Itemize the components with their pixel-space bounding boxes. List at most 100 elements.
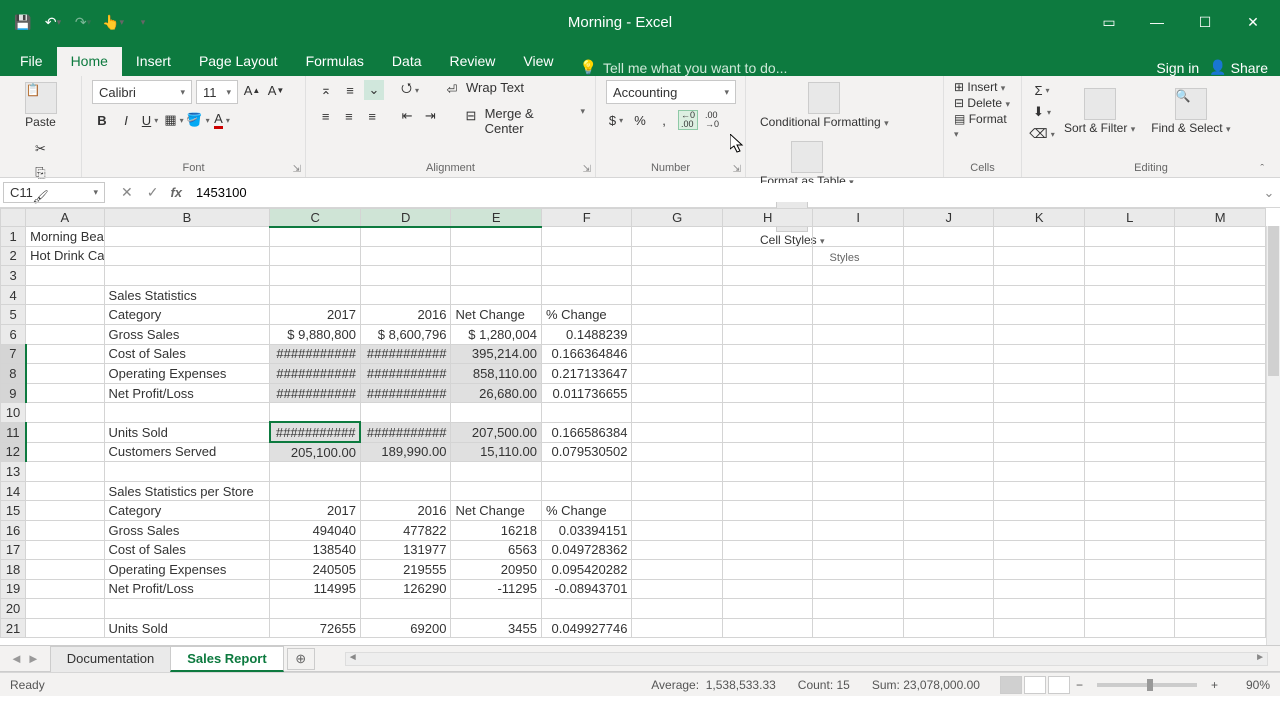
cell-E12[interactable]: 15,110.00 [451,442,542,462]
cell-M21[interactable] [1175,618,1266,638]
cell-M19[interactable] [1175,579,1266,599]
cell-H5[interactable] [722,305,813,325]
cell-G17[interactable] [632,540,723,560]
cell-I12[interactable] [813,442,904,462]
cell-G16[interactable] [632,520,723,540]
tab-review[interactable]: Review [436,47,510,76]
cell-E11[interactable]: 207,500.00 [451,422,542,442]
align-center-icon[interactable]: ≡ [339,106,358,126]
cell-D8[interactable]: ########### [360,364,451,384]
cell-K11[interactable] [994,422,1085,442]
cell-B7[interactable]: Cost of Sales [104,344,270,364]
expand-formula-bar-icon[interactable]: ⌄ [1258,185,1280,201]
cell-D7[interactable]: ########### [360,344,451,364]
cell-F18[interactable]: 0.095420282 [541,560,632,580]
qat-customize-icon[interactable]: ▾ [132,11,154,33]
increase-decimal-button[interactable]: ←0.00 [678,110,698,130]
cell-H18[interactable] [722,560,813,580]
cell-B3[interactable] [104,266,270,286]
cell-L6[interactable] [1084,324,1175,344]
borders-button[interactable]: ▦ [164,110,184,130]
comma-format-icon[interactable]: , [654,110,674,130]
wrap-text-icon[interactable]: ⏎ [442,80,462,100]
zoom-slider[interactable] [1097,683,1197,687]
cell-J18[interactable] [903,560,994,580]
cell-H2[interactable] [722,246,813,266]
cell-B18[interactable]: Operating Expenses [104,560,270,580]
dialog-launcher-icon[interactable]: ⇲ [583,164,591,175]
cell-I4[interactable] [813,285,904,305]
cell-L19[interactable] [1084,579,1175,599]
tab-insert[interactable]: Insert [122,47,185,76]
align-top-icon[interactable]: ⌅ [316,80,336,100]
sheet-nav-prev-icon[interactable]: ◄ [10,651,23,666]
cell-D20[interactable] [360,599,451,619]
cell-E7[interactable]: 395,214.00 [451,344,542,364]
accounting-format-icon[interactable]: $ [606,110,626,130]
cell-C12[interactable]: 205,100.00 [270,442,361,462]
format-cells-button[interactable]: ▤ Format ▾ [954,112,1011,140]
cell-J8[interactable] [903,364,994,384]
copy-icon[interactable]: ⎘ [31,163,51,183]
cell-H7[interactable] [722,344,813,364]
cell-A8[interactable] [26,364,104,384]
column-header-G[interactable]: G [632,209,723,227]
cell-G4[interactable] [632,285,723,305]
cell-F4[interactable] [541,285,632,305]
align-middle-icon[interactable]: ≡ [340,80,360,100]
cell-J7[interactable] [903,344,994,364]
cell-G10[interactable] [632,403,723,423]
cell-H12[interactable] [722,442,813,462]
cell-I19[interactable] [813,579,904,599]
cell-B21[interactable]: Units Sold [104,618,270,638]
cell-C10[interactable] [270,403,361,423]
font-color-button[interactable]: A [212,110,232,130]
cell-K20[interactable] [994,599,1085,619]
column-header-E[interactable]: E [451,209,542,227]
cell-M5[interactable] [1175,305,1266,325]
cell-D1[interactable] [360,227,451,247]
cell-A10[interactable] [26,403,104,423]
cell-M20[interactable] [1175,599,1266,619]
cell-A4[interactable] [26,285,104,305]
row-header-19[interactable]: 19 [1,579,26,599]
dialog-launcher-icon[interactable]: ⇲ [733,164,741,175]
cell-L20[interactable] [1084,599,1175,619]
cell-C2[interactable] [270,246,361,266]
minimize-icon[interactable]: — [1134,8,1180,36]
cell-D6[interactable]: $ 8,600,796 [360,324,451,344]
cell-H10[interactable] [722,403,813,423]
cell-G13[interactable] [632,462,723,482]
view-page-break-button[interactable] [1048,676,1070,694]
percent-format-icon[interactable]: % [630,110,650,130]
delete-cells-button[interactable]: ⊟ Delete ▾ [954,96,1011,110]
cell-I20[interactable] [813,599,904,619]
cell-E15[interactable]: Net Change [451,501,542,521]
collapse-ribbon-icon[interactable]: ˆ [1260,163,1264,175]
row-header-18[interactable]: 18 [1,560,26,580]
cell-D11[interactable]: ########### [360,422,451,442]
cell-B4[interactable]: Sales Statistics [104,285,270,305]
cell-I17[interactable] [813,540,904,560]
row-header-10[interactable]: 10 [1,403,26,423]
cell-B16[interactable]: Gross Sales [104,520,270,540]
cell-M17[interactable] [1175,540,1266,560]
cell-B20[interactable] [104,599,270,619]
row-header-15[interactable]: 15 [1,501,26,521]
cell-F9[interactable]: 0.011736655 [541,383,632,403]
cell-L3[interactable] [1084,266,1175,286]
cell-J16[interactable] [903,520,994,540]
cell-G14[interactable] [632,481,723,501]
tab-home[interactable]: Home [57,47,122,76]
column-header-L[interactable]: L [1084,209,1175,227]
share-button[interactable]: 👤 Share [1209,59,1268,76]
cell-J14[interactable] [903,481,994,501]
cell-H11[interactable] [722,422,813,442]
cell-M3[interactable] [1175,266,1266,286]
align-bottom-icon[interactable]: ⌄ [364,80,384,100]
cell-A18[interactable] [26,560,104,580]
cell-L10[interactable] [1084,403,1175,423]
cell-H17[interactable] [722,540,813,560]
clear-icon[interactable]: ⌫ [1032,124,1052,144]
cell-I18[interactable] [813,560,904,580]
